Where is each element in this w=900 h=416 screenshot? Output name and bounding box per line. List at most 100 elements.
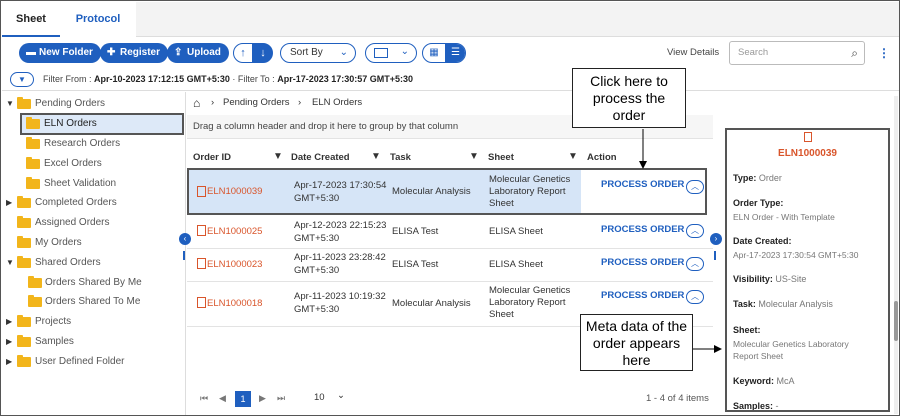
callout-line: order — [612, 107, 646, 123]
next-page-icon[interactable]: ▶ — [259, 393, 266, 404]
order-id[interactable]: ELN1000025 — [207, 226, 262, 238]
tree-label: Assigned Orders — [35, 217, 110, 228]
view-toggle: ▦ ☰ — [422, 43, 466, 63]
view-selector[interactable]: ⌄ — [365, 43, 417, 63]
upload-icon: ⇪ — [174, 47, 183, 58]
upload-button[interactable]: ⇪ Upload — [167, 43, 229, 63]
meta-label: Keyword: — [733, 376, 775, 386]
grid-view-icon[interactable]: ▦ — [423, 44, 445, 62]
caret-right-icon[interactable]: ▶ — [6, 312, 14, 332]
task: ELISA Test — [392, 259, 439, 270]
table-row[interactable]: ELN1000025 Apr-12-2023 22:15:23 GMT+5:30… — [187, 217, 713, 249]
pdf-icon — [197, 297, 206, 308]
chevron-down-icon[interactable]: ⌄ — [337, 390, 345, 401]
meta-label: Order Type: — [733, 198, 784, 208]
folder-icon — [26, 117, 40, 129]
folder-icon — [17, 315, 31, 327]
folder-icon — [26, 157, 40, 169]
chevron-down-icon: ⌄ — [339, 47, 348, 58]
meta-keyword: Keyword: McA — [733, 376, 795, 386]
meta-samples: Samples: - — [733, 401, 779, 410]
caret-right-icon[interactable]: ▶ — [6, 352, 14, 372]
page-size-select[interactable]: 10 — [314, 392, 325, 403]
callout-line: Meta data of the — [585, 318, 688, 334]
caret-down-icon[interactable]: ▼ — [6, 94, 14, 114]
more-options-icon[interactable]: ⋮ — [878, 43, 890, 63]
date-created-tz: GMT+5:30 — [294, 265, 340, 276]
first-page-icon[interactable]: ⏮ — [200, 393, 208, 404]
chevron-up-icon[interactable]: ︿ — [686, 257, 704, 271]
caret-down-icon[interactable]: ▼ — [6, 253, 14, 273]
last-page-icon[interactable]: ⏭ — [277, 393, 285, 404]
scrollbar-thumb[interactable] — [894, 301, 898, 341]
filter-funnel-icon[interactable]: ▼ — [469, 151, 479, 162]
order-id[interactable]: ELN1000018 — [207, 298, 262, 310]
folder-icon — [17, 355, 31, 367]
caret-right-icon[interactable]: ▶ — [6, 332, 14, 352]
meta-task: Task: Molecular Analysis — [733, 299, 833, 309]
breadcrumb-pending-orders[interactable]: Pending Orders — [223, 92, 290, 114]
sort-ascending-button[interactable]: ↑ — [233, 43, 253, 63]
col-order-id[interactable]: Order ID — [193, 152, 231, 163]
sheet-line2: Laboratory Report — [489, 186, 566, 197]
folder-tree: ▼ Pending Orders ELN Orders Research Orde… — [2, 92, 186, 415]
pdf-icon — [197, 186, 206, 197]
current-page[interactable]: 1 — [235, 391, 251, 407]
col-sheet[interactable]: Sheet — [488, 152, 514, 163]
chevron-up-icon[interactable]: ︿ — [686, 224, 704, 238]
chevron-up-icon[interactable]: ︿ — [686, 180, 704, 194]
right-resize-handle[interactable] — [714, 251, 716, 260]
filter-funnel-icon[interactable]: ▼ — [371, 151, 381, 162]
prev-page-icon[interactable]: ◀ — [219, 393, 226, 404]
upload-label: Upload — [187, 47, 221, 58]
task: Molecular Analysis — [392, 186, 471, 197]
tree-label: Pending Orders — [35, 98, 106, 109]
process-order-button[interactable]: PROCESS ORDER — [601, 224, 684, 236]
col-action[interactable]: Action — [587, 152, 617, 163]
table-row[interactable]: ELN1000023 Apr-11-2023 23:28:42 GMT+5:30… — [187, 249, 713, 282]
filter-funnel-icon[interactable]: ▼ — [273, 151, 283, 162]
meta-visibility: Visibility: US-Site — [733, 274, 806, 284]
process-order-button[interactable]: PROCESS ORDER — [601, 290, 684, 302]
sort-by-label: Sort By — [290, 47, 323, 58]
filter-funnel-icon[interactable]: ▼ — [568, 151, 578, 162]
order-id[interactable]: ELN1000023 — [207, 259, 262, 271]
search-icon[interactable]: ⌕ — [851, 42, 858, 64]
caret-right-icon[interactable]: ▶ — [6, 193, 14, 213]
date-created-tz: GMT+5:30 — [294, 304, 340, 315]
process-order-button[interactable]: PROCESS ORDER — [601, 257, 684, 269]
breadcrumb-eln-orders[interactable]: ELN Orders — [312, 92, 362, 114]
new-folder-button[interactable]: ▬ New Folder — [19, 43, 101, 63]
list-view-icon[interactable]: ☰ — [445, 44, 465, 62]
left-resize-handle[interactable] — [183, 251, 185, 260]
chevron-up-icon[interactable]: ︿ — [686, 290, 704, 304]
filter-icon[interactable]: ▼ — [10, 72, 34, 87]
tab-protocol[interactable]: Protocol — [60, 2, 136, 37]
tab-sheet[interactable]: Sheet — [2, 2, 60, 37]
scrollbar-track[interactable] — [894, 96, 898, 414]
view-details-link[interactable]: View Details — [667, 47, 719, 58]
sort-descending-button[interactable]: ↓ — [253, 43, 273, 63]
filter-to-value: Apr-17-2023 17:30:57 GMT+5:30 — [277, 74, 414, 84]
col-date-created[interactable]: Date Created — [291, 152, 350, 163]
meta-date-label: Date Created: — [733, 236, 792, 246]
tab-bar: Sheet Protocol — [2, 2, 899, 37]
sort-by-dropdown[interactable]: Sort By ⌄ — [280, 43, 356, 63]
collapse-right-icon[interactable]: › — [710, 233, 722, 245]
table-row[interactable]: ELN1000039 Apr-17-2023 17:30:54 GMT+5:30… — [187, 170, 713, 214]
meta-order-type-label: Order Type: — [733, 198, 783, 208]
callout-meta-data: Meta data of the order appears here — [580, 314, 693, 371]
col-task[interactable]: Task — [390, 152, 411, 163]
search-input[interactable]: Search ⌕ — [729, 41, 865, 65]
register-button[interactable]: ✚ Register — [100, 43, 169, 63]
order-id[interactable]: ELN1000039 — [207, 186, 262, 198]
folder-icon — [26, 177, 40, 189]
tree-label: Orders Shared By Me — [45, 277, 142, 288]
process-order-button[interactable]: PROCESS ORDER — [601, 179, 684, 191]
meta-order-type-value: ELN Order - With Template — [733, 212, 835, 222]
filter-from-label: Filter From : — [43, 74, 92, 84]
tree-label: Shared Orders — [35, 257, 101, 268]
arrow-down-icon: ↓ — [260, 47, 266, 59]
home-icon[interactable]: ⌂ — [193, 92, 200, 114]
breadcrumb-arrow-icon: › — [211, 97, 215, 108]
